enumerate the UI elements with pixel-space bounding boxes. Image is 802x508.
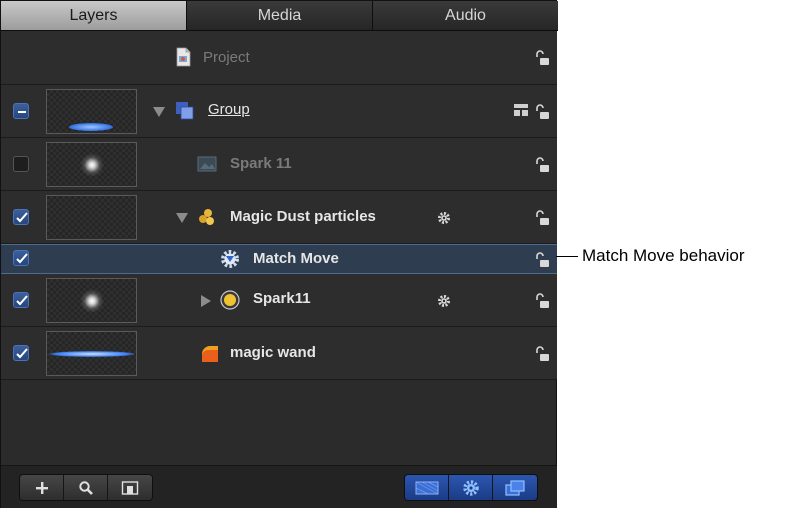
lock-open-icon[interactable] bbox=[534, 157, 550, 173]
layers-footer-toolbar bbox=[1, 465, 557, 508]
lock-open-icon[interactable] bbox=[534, 104, 550, 120]
magic-wand-enable-checkbox[interactable] bbox=[13, 345, 29, 361]
spark11-disclosure-triangle[interactable] bbox=[201, 295, 211, 307]
layer-name-group: Group bbox=[208, 101, 250, 118]
particle-emitter-icon bbox=[199, 209, 214, 225]
spark11-enable-checkbox[interactable] bbox=[13, 292, 29, 308]
group-thumbnail bbox=[46, 89, 137, 134]
layer-row-magic-wand[interactable]: magic wand bbox=[1, 327, 557, 380]
show-filters-toggle[interactable] bbox=[493, 475, 537, 500]
search-icon bbox=[78, 480, 93, 495]
lock-open-icon[interactable] bbox=[534, 346, 550, 362]
layer-row-magic-dust-particles[interactable]: Magic Dust particles bbox=[1, 191, 557, 244]
search-button[interactable] bbox=[64, 475, 108, 500]
project-document-icon bbox=[176, 47, 191, 67]
layers-panel: Layers Media Audio Project Group Spark 1… bbox=[0, 0, 558, 508]
layer-row-group[interactable]: Group bbox=[1, 85, 557, 138]
layer-row-spark-11[interactable]: Spark 11 bbox=[1, 138, 557, 191]
lock-open-icon[interactable] bbox=[534, 50, 550, 66]
tab-media[interactable]: Media bbox=[187, 1, 373, 30]
tab-audio[interactable]: Audio bbox=[373, 1, 558, 30]
lock-open-icon[interactable] bbox=[534, 252, 550, 268]
magic-dust-thumbnail bbox=[46, 195, 137, 240]
magic-dust-enable-checkbox[interactable] bbox=[13, 209, 29, 225]
spark11-thumbnail bbox=[46, 278, 137, 323]
magic-wand-thumbnail bbox=[46, 331, 137, 376]
lock-open-icon[interactable] bbox=[534, 210, 550, 226]
layer-view-button[interactable] bbox=[108, 475, 152, 500]
layer-name-match-move: Match Move bbox=[253, 250, 339, 267]
group-disclosure-triangle[interactable] bbox=[153, 107, 165, 117]
layer-row-match-move[interactable]: Match Move bbox=[1, 244, 557, 274]
show-masks-toggle[interactable] bbox=[405, 475, 449, 500]
behavior-gear-icon bbox=[221, 250, 239, 268]
show-filters-icon bbox=[505, 479, 525, 496]
layer-row-project[interactable]: Project bbox=[1, 31, 557, 85]
group-stack-icon bbox=[176, 102, 194, 120]
layer-name-magic-dust: Magic Dust particles bbox=[230, 208, 376, 225]
tab-layers[interactable]: Layers bbox=[1, 1, 187, 30]
layer-name-spark-11: Spark 11 bbox=[230, 155, 292, 172]
layer-name-magic-wand: magic wand bbox=[230, 344, 316, 361]
shape-layer-icon bbox=[202, 346, 218, 362]
add-layer-button[interactable] bbox=[20, 475, 64, 500]
layer-actions-group bbox=[19, 474, 153, 501]
isolate-icon[interactable] bbox=[513, 103, 529, 117]
show-masks-icon bbox=[415, 481, 438, 494]
match-move-enable-checkbox[interactable] bbox=[13, 250, 29, 266]
particle-cell-icon bbox=[220, 290, 240, 310]
panel-tabs: Layers Media Audio bbox=[1, 1, 558, 31]
show-behaviors-icon bbox=[462, 479, 479, 496]
group-enable-checkbox[interactable] bbox=[13, 103, 29, 119]
show-behaviors-toggle[interactable] bbox=[449, 475, 493, 500]
callout-label: Match Move behavior bbox=[582, 246, 745, 265]
layer-row-spark11[interactable]: Spark11 bbox=[1, 274, 557, 327]
lock-open-icon[interactable] bbox=[534, 293, 550, 309]
view-toggles-group bbox=[404, 474, 538, 501]
magic-dust-disclosure-triangle[interactable] bbox=[176, 213, 188, 223]
layer-view-icon bbox=[121, 480, 139, 495]
layer-name-spark11: Spark11 bbox=[253, 290, 311, 307]
layer-name-project: Project bbox=[203, 49, 250, 66]
add-icon bbox=[35, 481, 48, 494]
image-layer-icon bbox=[197, 156, 217, 172]
behavior-gear-icon[interactable] bbox=[437, 211, 451, 225]
spark-11-enable-checkbox[interactable] bbox=[13, 156, 29, 172]
behavior-gear-icon[interactable] bbox=[437, 294, 451, 308]
spark-11-thumbnail bbox=[46, 142, 137, 187]
callout-leader-line bbox=[556, 256, 578, 257]
